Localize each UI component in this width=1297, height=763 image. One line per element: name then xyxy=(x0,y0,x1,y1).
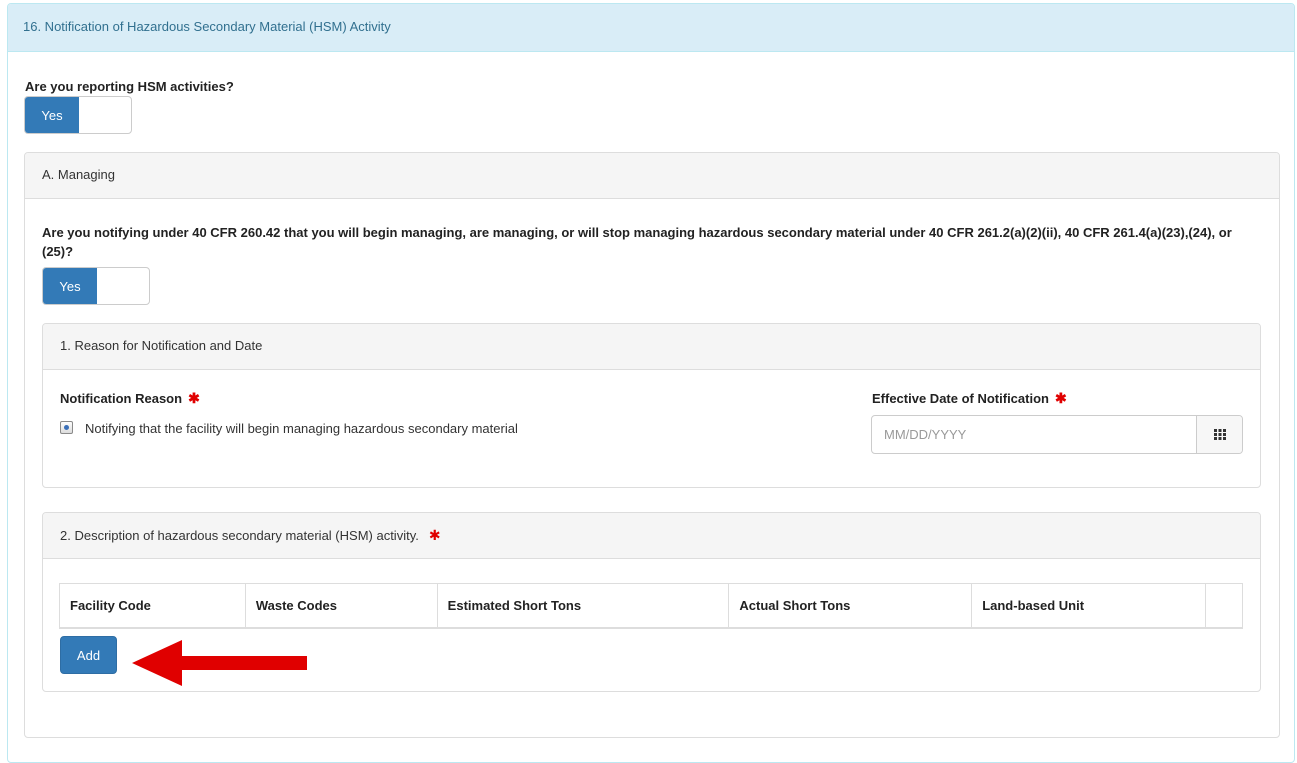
add-button[interactable]: Add xyxy=(60,636,117,674)
required-icon: ✱ xyxy=(428,527,441,543)
effective-date-text: Effective Date of Notification xyxy=(872,391,1049,406)
notification-reason-label: Notification Reason ✱ xyxy=(60,389,200,408)
description-title-text: 2. Description of hazardous secondary ma… xyxy=(60,528,419,543)
calendar-button[interactable] xyxy=(1196,416,1242,453)
effective-date-group xyxy=(871,415,1243,454)
hsm-reporting-toggle[interactable]: Yes xyxy=(24,96,132,134)
required-icon: ✱ xyxy=(188,390,200,406)
reason-panel: 1. Reason for Notification and Date xyxy=(42,323,1261,488)
toggle-yes-label: Yes xyxy=(43,268,97,304)
managing-question: Are you notifying under 40 CFR 260.42 th… xyxy=(42,225,1232,259)
effective-date-label: Effective Date of Notification ✱ xyxy=(872,389,1067,408)
column-header-facility-code[interactable]: Facility Code xyxy=(59,583,246,629)
column-header-actions xyxy=(1205,583,1243,629)
red-arrow-left-icon xyxy=(132,640,307,686)
managing-toggle[interactable]: Yes xyxy=(42,267,150,305)
notification-reason-radio[interactable] xyxy=(60,421,73,434)
calendar-grid-icon xyxy=(1213,429,1226,440)
reason-title: 1. Reason for Notification and Date xyxy=(43,324,1260,370)
effective-date-input[interactable] xyxy=(872,416,1195,453)
managing-title: A. Managing xyxy=(25,153,1279,199)
hsm-activity-table: Facility Code Waste Codes Estimated Shor… xyxy=(59,583,1243,629)
section-title: 16. Notification of Hazardous Secondary … xyxy=(8,4,1294,52)
required-icon: ✱ xyxy=(1054,390,1067,406)
table-header-row: Facility Code Waste Codes Estimated Shor… xyxy=(59,583,1243,629)
column-header-land-based-unit[interactable]: Land-based Unit xyxy=(971,583,1206,629)
description-title: 2. Description of hazardous secondary ma… xyxy=(43,513,1260,559)
toggle-yes-label: Yes xyxy=(25,97,79,133)
column-header-estimated-short-tons[interactable]: Estimated Short Tons xyxy=(437,583,730,629)
hsm-reporting-question: Are you reporting HSM activities? xyxy=(25,79,234,94)
column-header-waste-codes[interactable]: Waste Codes xyxy=(245,583,438,629)
notification-reason-text: Notification Reason xyxy=(60,391,183,406)
notification-reason-option-label[interactable]: Notifying that the facility will begin m… xyxy=(85,421,518,436)
column-header-actual-short-tons[interactable]: Actual Short Tons xyxy=(728,583,973,629)
